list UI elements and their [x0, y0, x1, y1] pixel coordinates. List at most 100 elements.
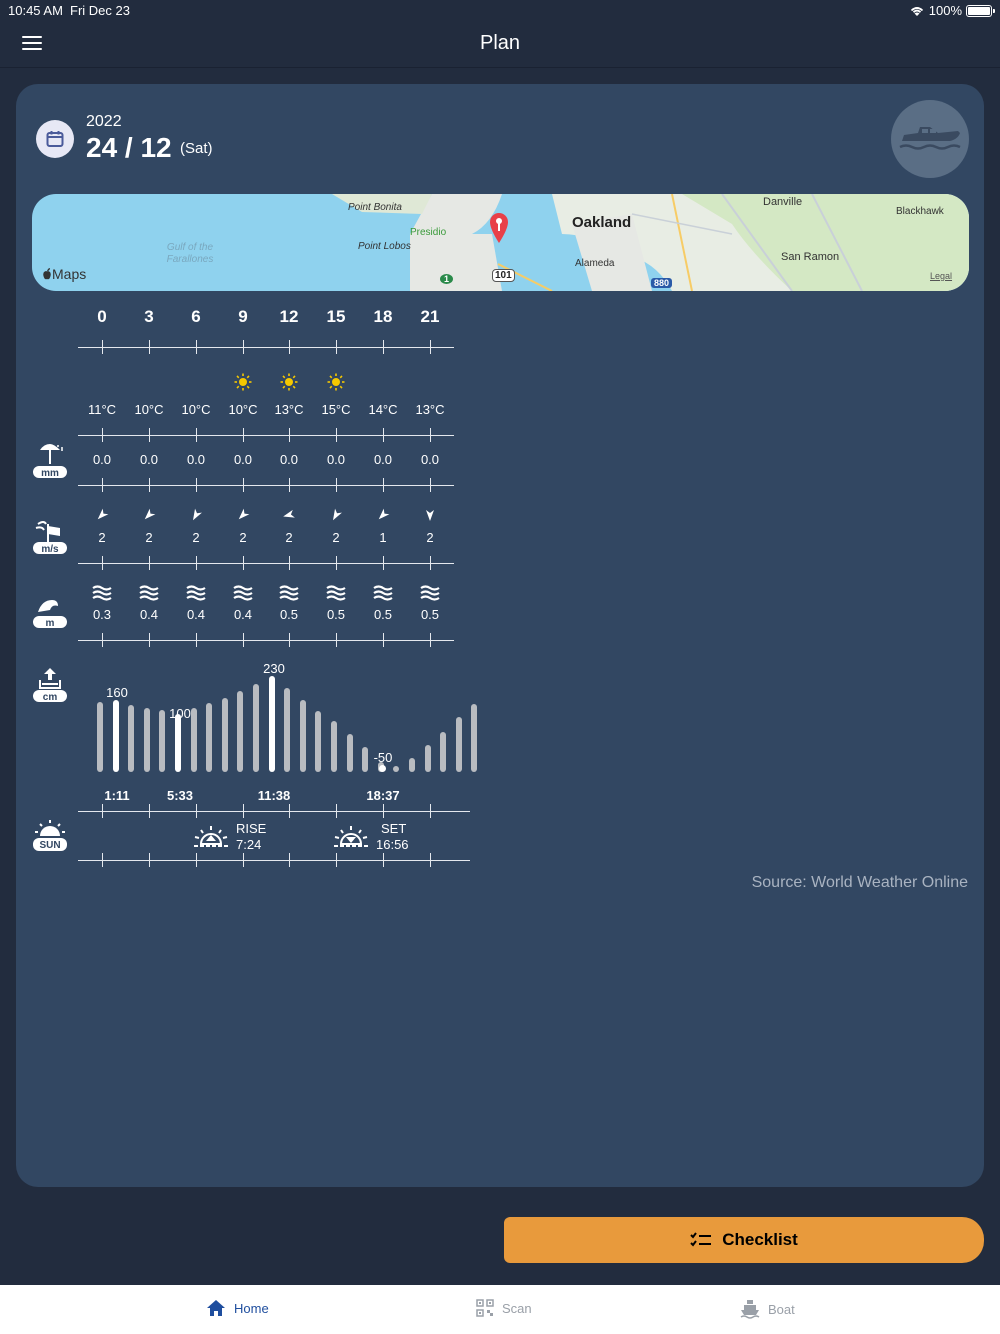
- temperature-value: 10°C: [181, 402, 211, 417]
- tick-mark: [289, 804, 290, 818]
- sunset-time: 16:56: [376, 837, 409, 852]
- map-label-route-1: 1: [440, 274, 454, 284]
- location-pin-icon: [490, 213, 508, 243]
- maps-brand-text: Maps: [52, 266, 87, 282]
- wind-speed-value: 2: [145, 530, 153, 545]
- temperature-value: 10°C: [228, 402, 258, 417]
- wind-direction-icon: [283, 509, 295, 518]
- tick-rule: [78, 485, 454, 486]
- wave-height-m-icon: m: [33, 600, 67, 629]
- location-map[interactable]: Point Bonita Presidio Point Lobos Oaklan…: [32, 194, 969, 291]
- wave-height-value: 0.4: [186, 607, 206, 622]
- tick-mark: [196, 340, 197, 354]
- hour-header: 9: [238, 307, 248, 326]
- tick-mark: [383, 853, 384, 867]
- tide-bar: [409, 758, 415, 772]
- temperature-value: 13°C: [415, 402, 445, 417]
- map-label-gulf: Gulf of the Farallones: [166, 242, 214, 265]
- sunrise-icon: [194, 826, 228, 847]
- tick-mark: [243, 853, 244, 867]
- wind-speed-value: 1: [379, 530, 387, 545]
- hour-header: 6: [191, 307, 201, 326]
- wind-speed-value: 2: [192, 530, 200, 545]
- wind-unit-text: m/s: [41, 544, 59, 555]
- wave-height-value: 0.4: [139, 607, 159, 622]
- qr-code-icon: [476, 1299, 494, 1317]
- wifi-icon: [910, 6, 923, 16]
- checklist-button[interactable]: Checklist: [504, 1217, 984, 1263]
- map-label-route-101: 101: [492, 269, 515, 282]
- wind-speed-value: 2: [285, 530, 293, 545]
- wave-icon: [186, 585, 206, 601]
- tick-mark: [289, 556, 290, 570]
- tick-mark: [196, 428, 197, 442]
- tick-mark: [336, 804, 337, 818]
- tick-mark: [149, 478, 150, 492]
- page-title: Plan: [479, 32, 521, 54]
- tide-bar: [206, 703, 213, 772]
- tab-scan[interactable]: Scan: [476, 1299, 532, 1317]
- tick-mark: [383, 478, 384, 492]
- tick-mark: [243, 478, 244, 492]
- tick-mark: [149, 340, 150, 354]
- tide-value: 100: [169, 706, 191, 721]
- wind-direction-icon: [97, 508, 109, 520]
- tab-boat[interactable]: Boat: [740, 1299, 795, 1319]
- tide-bar: [221, 698, 228, 772]
- tick-rule: [78, 860, 470, 861]
- tick-rule: [78, 640, 454, 641]
- map-label-route-880: 880: [651, 278, 673, 288]
- map-label-danville: Danville: [763, 196, 803, 208]
- tide-bar: [455, 717, 462, 772]
- date-weekday: (Sat): [180, 140, 213, 157]
- temperature-value: 15°C: [321, 402, 351, 417]
- tick-mark: [336, 853, 337, 867]
- tide-bar: [112, 700, 119, 772]
- wave-icon: [279, 585, 299, 601]
- tide-bar: [393, 766, 400, 772]
- wind-direction-icon: [333, 508, 342, 521]
- tick-mark: [243, 556, 244, 570]
- map-label-presidio: Presidio: [410, 227, 447, 238]
- checklist-label: Checklist: [722, 1230, 798, 1249]
- hour-header: 21: [420, 307, 440, 326]
- sun-icon: [327, 373, 345, 391]
- wind-speed-value: 2: [426, 530, 434, 545]
- tide-bar: [268, 676, 275, 772]
- tick-mark: [430, 633, 431, 647]
- tick-mark: [383, 428, 384, 442]
- tab-scan-label: Scan: [502, 1300, 532, 1316]
- tab-home[interactable]: Home: [206, 1299, 269, 1317]
- tick-mark: [430, 428, 431, 442]
- wind-direction-icon: [238, 508, 250, 520]
- tick-mark: [149, 556, 150, 570]
- tide-unit-text: cm: [43, 692, 58, 703]
- tick-mark: [289, 428, 290, 442]
- wind-speed-value: 2: [332, 530, 340, 545]
- tick-mark: [196, 633, 197, 647]
- tick-mark: [102, 853, 103, 867]
- boat-select-button[interactable]: [891, 100, 969, 178]
- precipitation-value: 0.0: [186, 452, 206, 467]
- tick-mark: [149, 633, 150, 647]
- precipitation-value: 0.0: [279, 452, 299, 467]
- wave-icon: [373, 585, 393, 601]
- sunrise-label: RISE: [236, 821, 267, 836]
- tick-mark: [243, 633, 244, 647]
- tick-mark: [149, 853, 150, 867]
- boat-icon: [899, 127, 961, 150]
- battery-icon: [966, 4, 995, 17]
- tide-bar: [253, 684, 259, 772]
- tide-time: 5:33: [166, 788, 194, 803]
- sun-icon: [280, 373, 298, 391]
- sun-icon: [234, 373, 252, 391]
- map-label-blackhawk: Blackhawk: [896, 206, 944, 217]
- calendar-icon[interactable]: [36, 120, 74, 158]
- map-legal-link[interactable]: Legal: [930, 271, 952, 281]
- wave-icon: [92, 585, 112, 601]
- tick-mark: [102, 804, 103, 818]
- wave-height-value: 0.5: [326, 607, 346, 622]
- wind-speed-value: 2: [98, 530, 106, 545]
- tick-rule: [78, 811, 470, 812]
- temperature-value: 10°C: [134, 402, 164, 417]
